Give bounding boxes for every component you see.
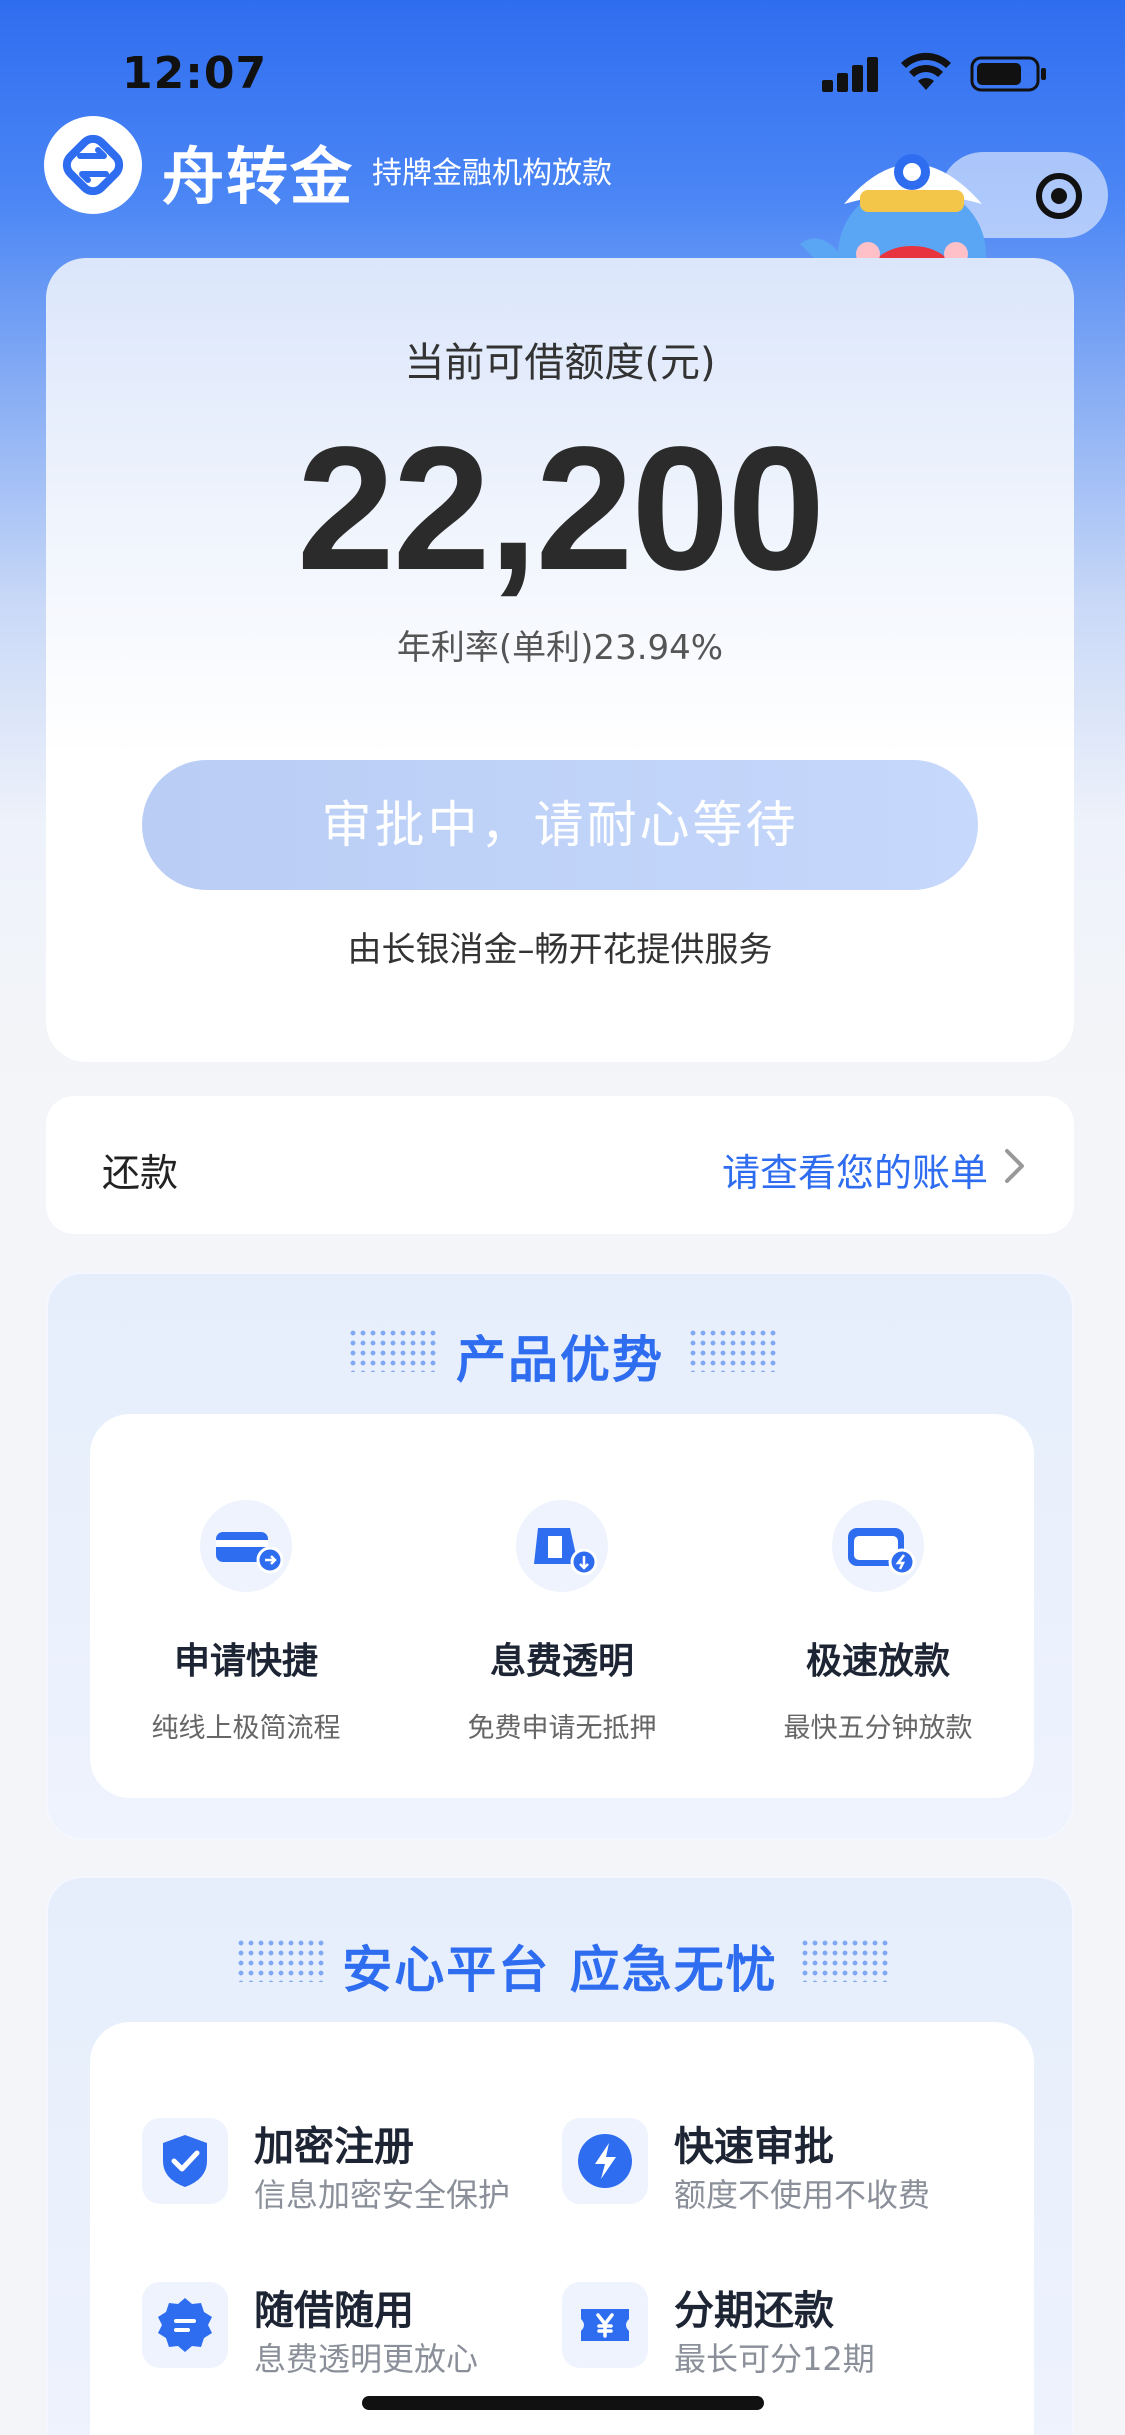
benefit-title: 分期还款 (674, 2288, 834, 2334)
product-advantages-section: 产品优势 申请快捷 纯线上极简流程 息费透明 免费申请无抵押 极速放款 最快五分… (46, 1272, 1074, 1840)
feature-title: 息费透明 (489, 1641, 634, 1682)
decorative-dots-icon (800, 1938, 890, 1982)
benefit-desc: 信息加密安全保护 (254, 2176, 511, 2214)
lightning-icon (562, 2118, 648, 2204)
approval-status-button[interactable]: 审批中，请耐心等待 (142, 760, 978, 890)
benefit-title: 加密注册 (254, 2124, 414, 2170)
repay-label: 还款 (102, 1151, 179, 1195)
battery-icon (970, 56, 1046, 92)
limit-label: 当前可借额度(元) (404, 340, 716, 386)
brand-name: 舟转金 (162, 140, 355, 213)
platform-card: 加密注册 信息加密安全保护 快速审批 额度不使用不收费 随借随用 息费透明更放心… (90, 2022, 1034, 2435)
feature-fast-loan: 极速放款 最快五分钟放款 (728, 1498, 1028, 1745)
feature-desc: 纯线上极简流程 (151, 1713, 341, 1744)
benefit-borrow-anytime: 随借随用 息费透明更放心 (142, 2278, 562, 2378)
brand-logo-icon (44, 116, 142, 214)
repay-row[interactable]: 还款 请查看您的账单 (46, 1096, 1074, 1234)
benefit-desc: 额度不使用不收费 (674, 2176, 931, 2214)
benefit-title: 随借随用 (254, 2288, 414, 2334)
fee-icon (516, 1500, 608, 1592)
benefit-desc: 最长可分12期 (674, 2340, 875, 2378)
benefit-title: 快速审批 (674, 2124, 834, 2170)
feature-title: 极速放款 (805, 1641, 950, 1682)
wallet-icon (832, 1500, 924, 1592)
section-title: 产品优势 (456, 1331, 664, 1389)
limit-amount: 22,200 (296, 411, 825, 607)
chevron-right-icon[interactable] (1004, 1148, 1026, 1184)
benefit-fast-approval: 快速审批 额度不使用不收费 (562, 2114, 982, 2214)
provider-text: 由长银消金–畅开花提供服务 (347, 930, 773, 970)
annual-rate: 年利率(单利)23.94% (396, 628, 724, 668)
shield-check-icon (142, 2118, 228, 2204)
yen-ticket-icon (562, 2282, 648, 2368)
wifi-icon (901, 52, 951, 90)
card-icon (200, 1500, 292, 1592)
advantages-card: 申请快捷 纯线上极简流程 息费透明 免费申请无抵押 极速放款 最快五分钟放款 (90, 1414, 1034, 1798)
feature-desc: 最快五分钟放款 (783, 1713, 973, 1744)
decorative-dots-icon (688, 1328, 778, 1372)
cellular-signal-icon (822, 56, 880, 92)
benefit-installment: 分期还款 最长可分12期 (562, 2278, 982, 2378)
safe-platform-section: 安心平台 应急无忧 加密注册 信息加密安全保护 快速审批 额度不使用不收费 随借… (46, 1876, 1074, 2435)
benefit-encrypted-register: 加密注册 信息加密安全保护 (142, 2114, 562, 2214)
view-bill-link[interactable]: 请查看您的账单 (722, 1142, 988, 1197)
credit-limit-card: 当前可借额度(元) 22,200 年利率(单利)23.94% 审批中，请耐心等待… (46, 258, 1074, 1062)
status-bar: 12:07 (0, 0, 1125, 120)
benefit-desc: 息费透明更放心 (254, 2340, 479, 2378)
feature-apply-fast: 申请快捷 纯线上极简流程 (96, 1498, 396, 1745)
brand-tagline: 持牌金融机构放款 (372, 156, 612, 191)
section-title: 安心平台 应急无忧 (342, 1941, 778, 1999)
feature-desc: 免费申请无抵押 (467, 1713, 657, 1744)
status-time: 12:07 (122, 48, 268, 99)
feature-title: 申请快捷 (173, 1641, 318, 1682)
close-target-icon[interactable] (1036, 173, 1082, 219)
badge-icon (142, 2282, 228, 2368)
home-indicator[interactable] (362, 2396, 764, 2410)
feature-transparent-fees: 息费透明 免费申请无抵押 (412, 1498, 712, 1745)
